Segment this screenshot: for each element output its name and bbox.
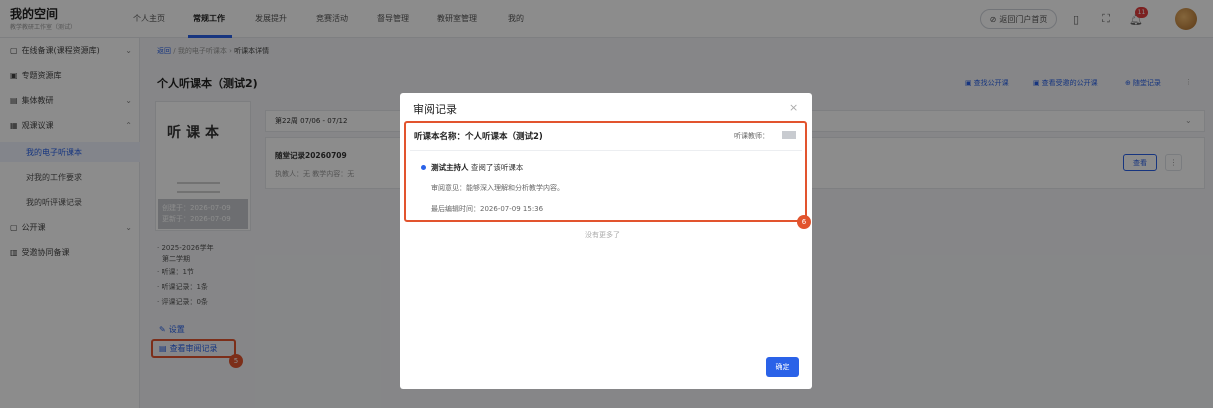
review-opinion: 审阅意见：能够深入理解和分析教学内容。 [431,184,564,192]
teacher-value-redacted [782,131,796,139]
confirm-button[interactable]: 确定 [766,357,799,377]
teacher-label: 听课教师： [734,132,769,140]
review-action: 查阅了该听课本 [470,163,524,172]
notebook-name: 听课本名称：个人听课本（测试2) [414,132,543,142]
review-edit-time: 最后编辑时间：2026-07-09 15:36 [431,205,544,213]
no-more-text: 没有更多了 [585,231,620,239]
step-badge-6: 6 [797,215,811,229]
reviewer-name: 测试主持人 [431,163,469,172]
review-entry-header: 测试主持人 查阅了该听课本 [431,162,523,173]
divider [410,150,802,151]
timeline-dot [421,165,426,170]
modal-title: 审阅记录 [413,103,457,116]
close-icon[interactable]: × [789,101,798,114]
